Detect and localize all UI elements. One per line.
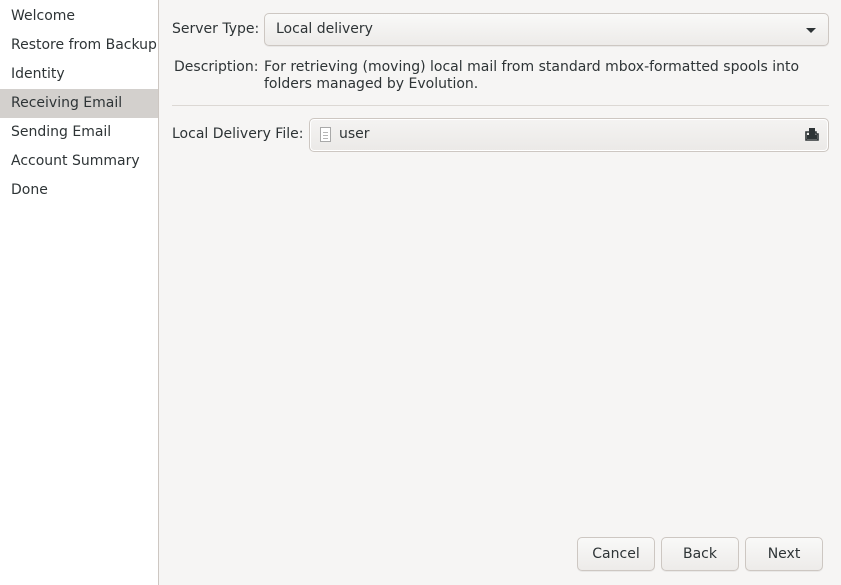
wizard-sidebar: Welcome Restore from Backup Identity Rec… [0, 0, 159, 585]
wizard-content: Server Type: Local delivery Description:… [160, 0, 841, 585]
local-delivery-file-label: Local Delivery File: [172, 126, 304, 142]
separator [172, 105, 829, 106]
sidebar-item-receiving-email[interactable]: Receiving Email [0, 89, 158, 118]
description-label: Description: [174, 59, 259, 75]
sidebar-item-restore-from-backup[interactable]: Restore from Backup [0, 31, 158, 60]
server-type-combo[interactable]: Local delivery [264, 13, 829, 46]
sidebar-item-account-summary[interactable]: Account Summary [0, 147, 158, 176]
back-button[interactable]: Back [661, 537, 739, 571]
sidebar-item-identity[interactable]: Identity [0, 60, 158, 89]
sidebar-item-done[interactable]: Done [0, 176, 158, 205]
account-wizard-window: Welcome Restore from Backup Identity Rec… [0, 0, 841, 585]
server-type-label: Server Type: [172, 21, 260, 37]
local-delivery-file-chooser[interactable]: user [309, 118, 829, 152]
sidebar-item-sending-email[interactable]: Sending Email [0, 118, 158, 147]
cancel-button[interactable]: Cancel [577, 537, 655, 571]
next-button[interactable]: Next [745, 537, 823, 571]
description-text: For retrieving (moving) local mail from … [264, 59, 800, 92]
server-type-value: Local delivery [276, 21, 373, 37]
sidebar-item-welcome[interactable]: Welcome [0, 2, 158, 31]
local-delivery-file-value: user [339, 126, 370, 142]
document-icon [320, 127, 331, 142]
chevron-down-icon [806, 28, 816, 33]
document-open-icon [805, 128, 819, 141]
